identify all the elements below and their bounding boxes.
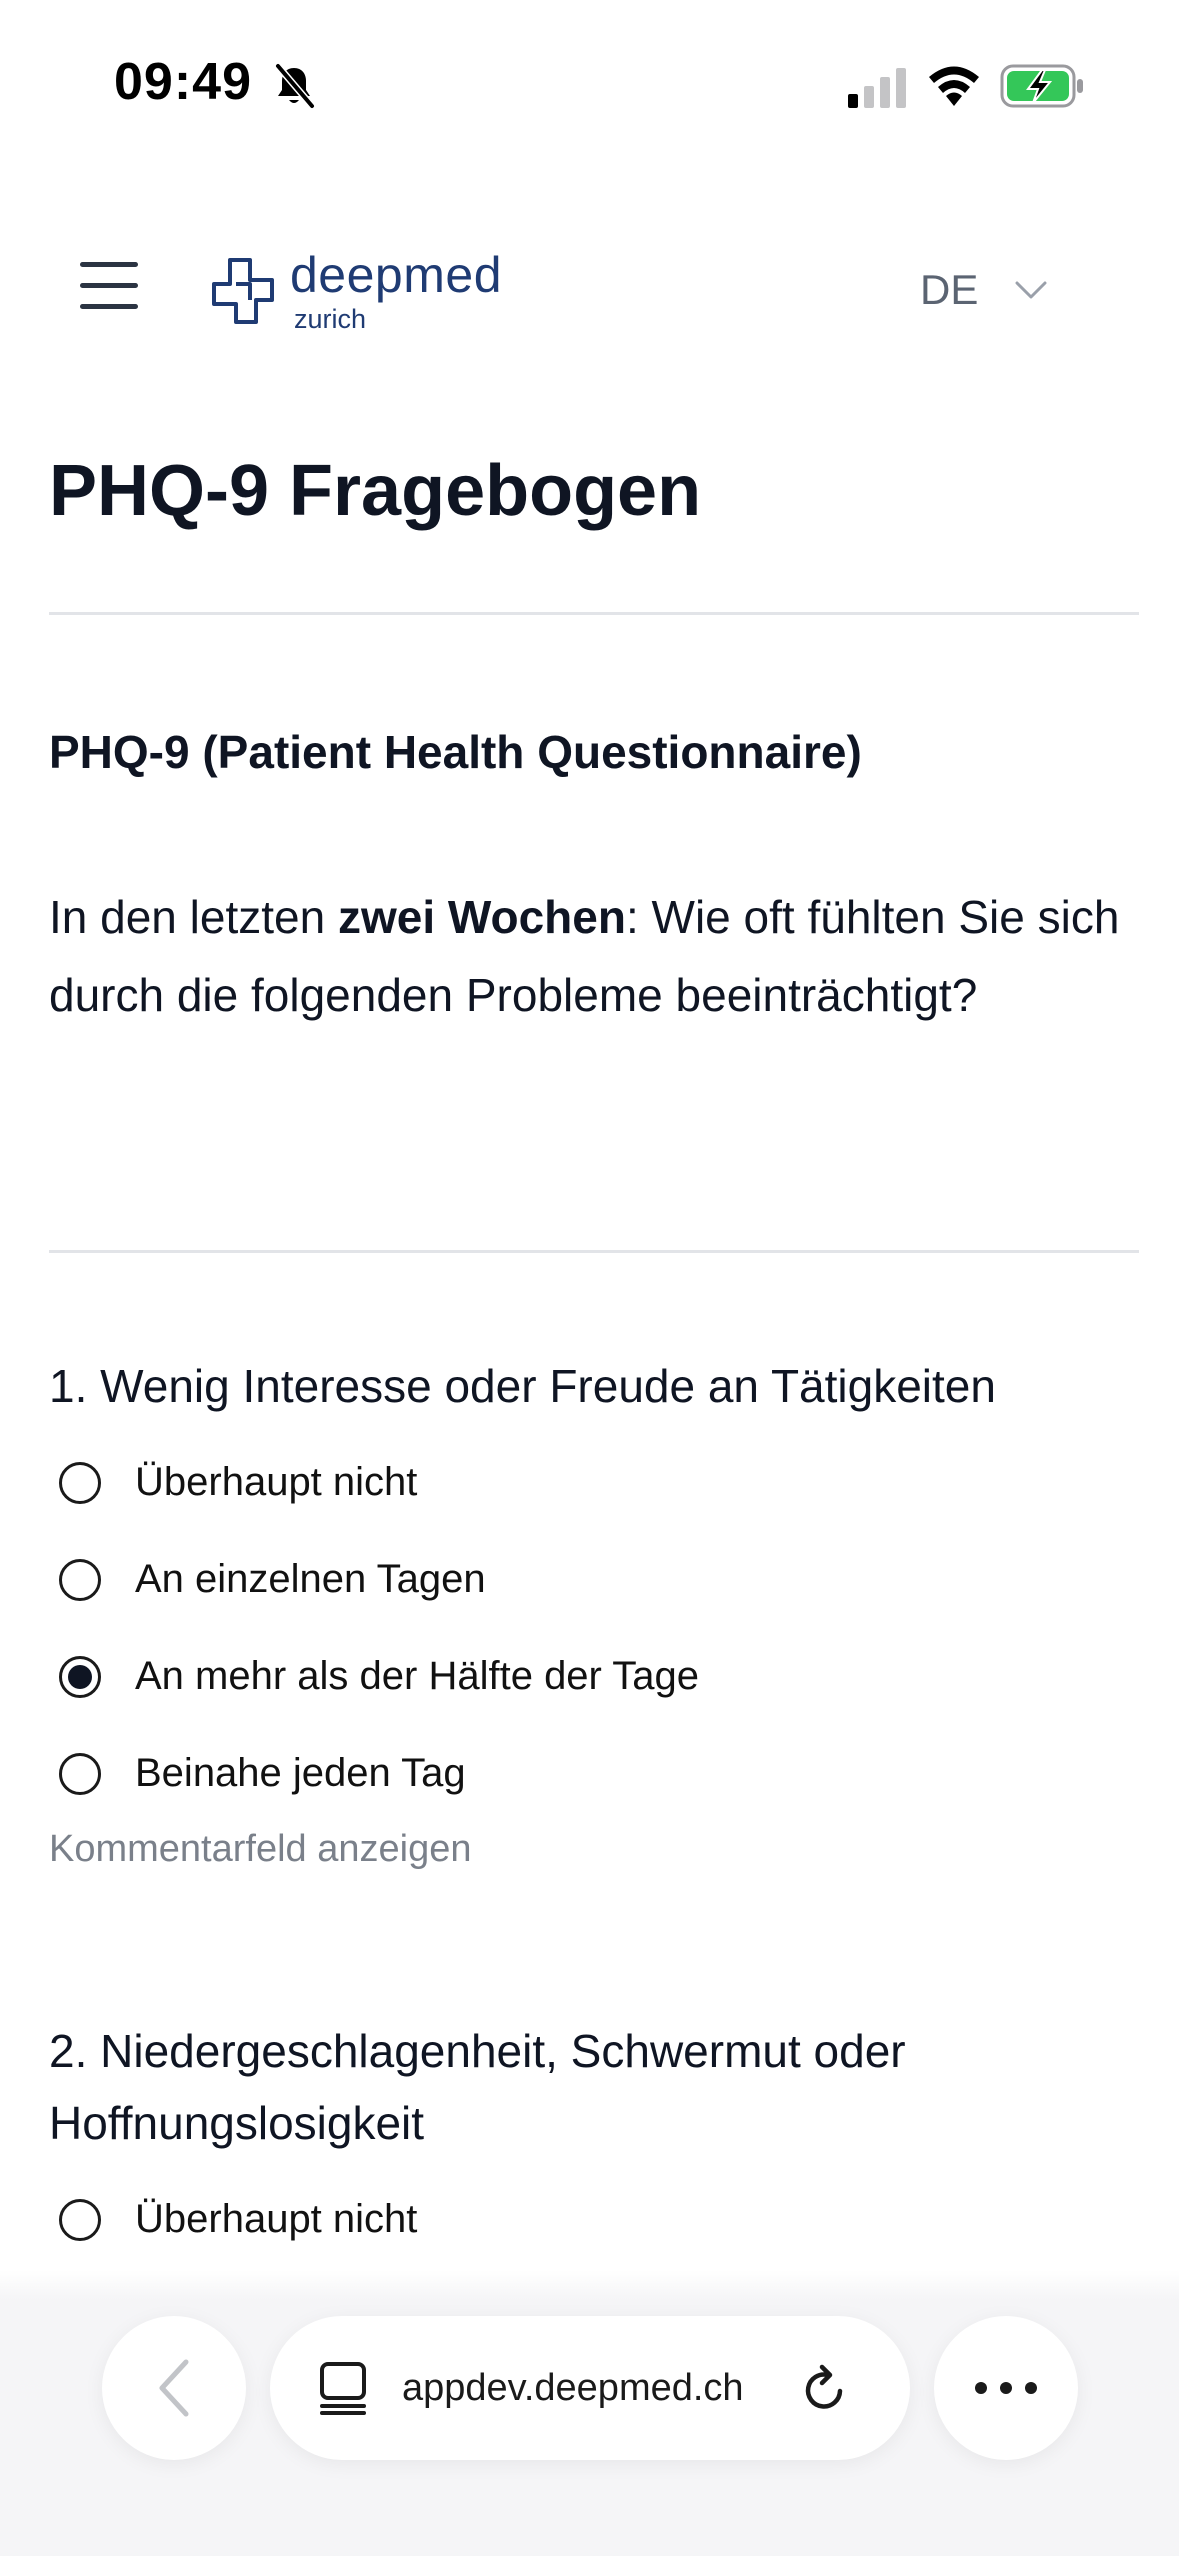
radio-button[interactable] (59, 1558, 101, 1601)
divider (49, 1250, 1139, 1253)
question-2: 2. Niedergeschlagenheit, Schwermut oder … (49, 2015, 1139, 2268)
show-comment-link[interactable]: Kommentarfeld anzeigen (49, 1828, 1139, 1871)
address-bar[interactable]: appdev.deepmed.ch (270, 2316, 910, 2460)
hamburger-menu-icon[interactable] (80, 258, 138, 314)
url-text: appdev.deepmed.ch (402, 2367, 772, 2410)
radio-button[interactable] (59, 1461, 101, 1504)
intro-text: In den letzten zwei Wochen: Wie oft fühl… (49, 878, 1139, 1034)
language-selected: DE (920, 266, 979, 313)
url-value: appdev.deepmed.ch (402, 2366, 744, 2409)
intro-text-bold: zwei Wochen (337, 891, 626, 943)
intro-heading: PHQ-9 (Patient Health Questionnaire) (49, 726, 862, 778)
radio-option[interactable]: Überhaupt nicht (49, 2171, 1139, 2268)
status-bar: 09:49 (0, 0, 1179, 175)
cellular-signal-icon (848, 68, 906, 108)
option-label: Überhaupt nicht (135, 1460, 418, 1504)
radio-option-selected[interactable]: An mehr als der Hälfte der Tage (49, 1628, 1139, 1725)
logo[interactable]: deepmed zurich (206, 246, 506, 336)
chevron-down-icon (1015, 281, 1047, 299)
back-arrow-icon (159, 2359, 189, 2417)
battery-charging-icon (1000, 64, 1083, 108)
question-title: 1. Wenig Interesse oder Freude an Tätigk… (49, 1360, 996, 1412)
medical-cross-logo-icon (212, 258, 274, 324)
browser-toolbar: appdev.deepmed.ch (0, 2270, 1179, 2556)
language-select[interactable]: DE (920, 260, 1080, 320)
option-label: An mehr als der Hälfte der Tage (135, 1654, 700, 1698)
question-title: 2. Niedergeschlagenheit, Schwermut oder … (49, 2025, 906, 2149)
status-time: 09:49 (114, 53, 252, 111)
radio-dot (68, 1664, 92, 1689)
more-button[interactable] (934, 2316, 1078, 2460)
tabs-icon (320, 2362, 366, 2415)
radio-button-selected[interactable] (59, 1655, 101, 1698)
radio-button[interactable] (59, 2198, 101, 2241)
intro-text-part: In den letzten (49, 891, 338, 943)
back-button[interactable] (102, 2316, 246, 2460)
logo-subtitle: zurich (294, 304, 367, 334)
bell-slash-icon (275, 63, 315, 109)
logo-name: deepmed (290, 247, 502, 303)
option-label: Überhaupt nicht (135, 2197, 418, 2241)
radio-button[interactable] (59, 1752, 101, 1795)
wifi-icon (929, 66, 979, 106)
more-icon (975, 2382, 1037, 2394)
option-label: Beinahe jeden Tag (135, 1751, 466, 1795)
app-header: deepmed zurich DE (0, 210, 1179, 360)
radio-option[interactable]: Überhaupt nicht (49, 1434, 1139, 1531)
reload-icon[interactable] (800, 2361, 850, 2415)
question-1: 1. Wenig Interesse oder Freude an Tätigk… (49, 1350, 1139, 1871)
divider (49, 612, 1139, 615)
page-title: PHQ-9 Fragebogen (49, 451, 702, 531)
option-label: An einzelnen Tagen (135, 1557, 486, 1601)
radio-option[interactable]: Beinahe jeden Tag (49, 1725, 1139, 1822)
radio-option[interactable]: An einzelnen Tagen (49, 1531, 1139, 1628)
